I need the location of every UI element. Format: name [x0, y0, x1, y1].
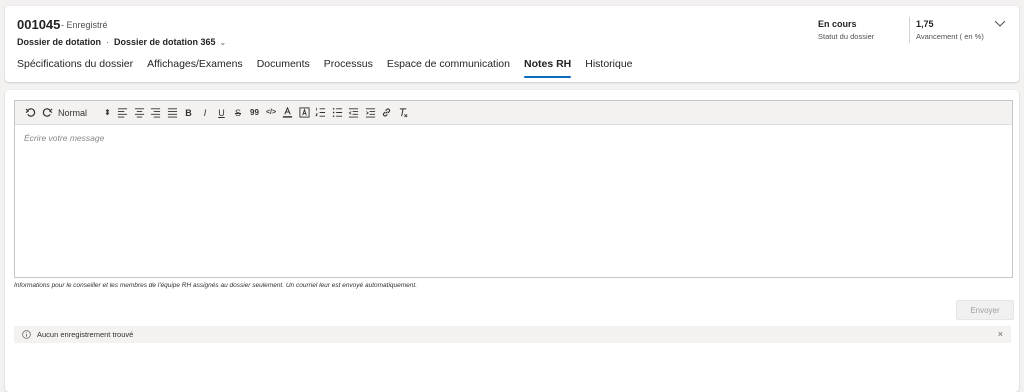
form-selector[interactable]: Dossier de dotation 365	[114, 37, 216, 47]
italic-icon[interactable]: I	[198, 106, 213, 120]
tab-processus[interactable]: Processus	[324, 58, 373, 80]
record-header: 001045 - Enregistré Dossier de dotation …	[5, 6, 1019, 82]
message-textarea[interactable]: Écrire votre message	[15, 125, 1012, 151]
link-icon[interactable]	[379, 106, 394, 120]
tab-espace-communication[interactable]: Espace de communication	[387, 58, 510, 80]
undo-icon[interactable]	[23, 106, 38, 120]
align-right-icon[interactable]	[148, 106, 163, 120]
empty-state-message: Aucun enregistrement trouvé ×	[14, 326, 1011, 343]
bullet-list-icon[interactable]	[330, 106, 345, 120]
redo-icon[interactable]	[40, 106, 55, 120]
kpi-value: En cours	[818, 19, 857, 29]
empty-state-text: Aucun enregistrement trouvé	[37, 330, 134, 339]
highlight-icon[interactable]	[297, 106, 312, 120]
record-id: 001045	[17, 17, 61, 32]
up-down-arrows-icon[interactable]: ⬍	[102, 106, 114, 120]
strikethrough-icon[interactable]: S	[231, 106, 246, 120]
kpi-dossier-status: En cours Statut du dossier	[818, 19, 874, 41]
tab-historique[interactable]: Historique	[585, 58, 632, 80]
kpi-label: Avancement ( en %)	[916, 32, 984, 41]
visibility-note: Informations pour le conseiller et les m…	[14, 282, 417, 289]
align-justify-icon[interactable]	[165, 106, 180, 120]
underline-icon[interactable]: U	[214, 106, 229, 120]
blockquote-icon[interactable]: 99	[247, 106, 262, 120]
editor-toolbar: Normal ⬍ B I U S 99 </>	[15, 101, 1012, 125]
code-icon[interactable]: </>	[264, 106, 279, 120]
bold-icon[interactable]: B	[181, 106, 196, 120]
rich-text-editor: Normal ⬍ B I U S 99 </> Écrire votre mes…	[14, 100, 1013, 278]
numbered-list-icon[interactable]	[313, 106, 328, 120]
tab-affichages-examens[interactable]: Affichages/Examens	[147, 58, 243, 80]
align-center-icon[interactable]	[132, 106, 147, 120]
tab-notes-rh[interactable]: Notes RH	[523, 58, 572, 80]
font-color-icon[interactable]	[280, 106, 295, 120]
chevron-down-icon[interactable]: ⌄	[220, 38, 227, 47]
indent-icon[interactable]	[363, 106, 378, 120]
style-select[interactable]: Normal	[58, 106, 100, 120]
tab-specifications[interactable]: Spécifications du dossier	[17, 58, 133, 80]
entity-name: Dossier de dotation	[17, 37, 102, 47]
kpi-value: 1,75	[916, 19, 934, 29]
kpi-label: Statut du dossier	[818, 32, 875, 41]
notes-panel: Normal ⬍ B I U S 99 </> Écrire votre mes…	[5, 90, 1019, 392]
chevron-down-icon[interactable]	[993, 19, 1007, 29]
breadcrumb: Dossier de dotation · Dossier de dotatio…	[17, 37, 226, 47]
tab-list: Spécifications du dossier Affichages/Exa…	[17, 58, 647, 80]
info-icon	[22, 330, 31, 339]
clear-format-icon[interactable]	[396, 106, 411, 120]
record-save-status: - Enregistré	[61, 20, 108, 30]
breadcrumb-separator: ·	[106, 37, 110, 47]
align-left-icon[interactable]	[115, 106, 130, 120]
tab-documents[interactable]: Documents	[257, 58, 310, 80]
kpi-progress: 1,75 Avancement ( en %)	[909, 17, 984, 43]
send-button[interactable]: Envoyer	[956, 300, 1014, 320]
outdent-icon[interactable]	[346, 106, 361, 120]
close-icon[interactable]: ×	[998, 329, 1003, 339]
